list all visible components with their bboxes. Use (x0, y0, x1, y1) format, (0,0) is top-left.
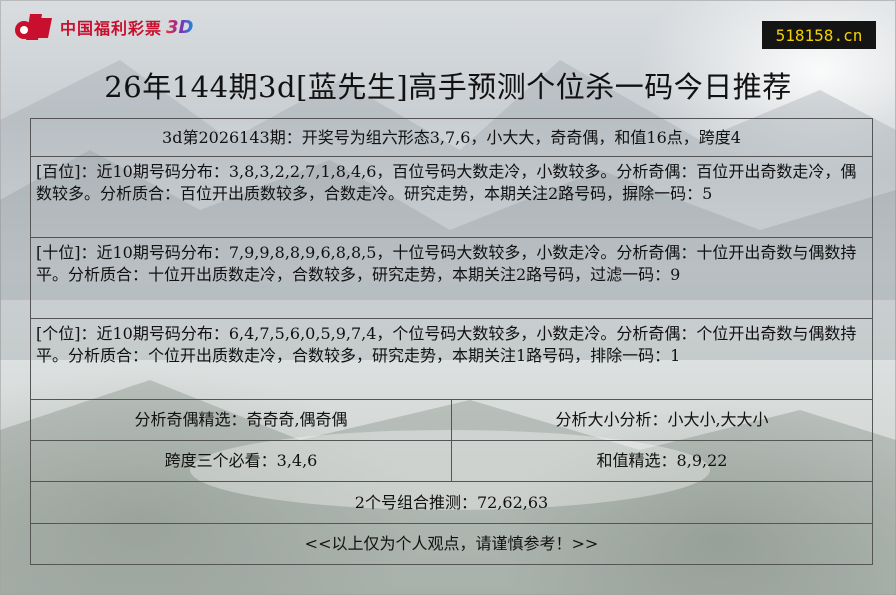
combo-prediction: 2个号组合推测：72,62,63 (31, 482, 872, 524)
logo-text: 中国福利彩票 (60, 19, 163, 38)
prediction-table: 3d第2026143期：开奖号为组六形态3,7,6，小大大，奇奇偶，和值16点，… (30, 118, 873, 565)
page-title: 26年144期3d[蓝先生]高手预测个位杀一码今日推荐 (104, 70, 792, 104)
disclaimer: <<以上仅为个人观点，请谨慎参考！>> (31, 524, 872, 565)
site-badge[interactable]: 518158.cn (762, 21, 876, 49)
sum-pick: 和值精选：8,9,22 (596, 451, 728, 470)
odd-even-big-small-row: 分析奇偶精选：奇奇奇,偶奇偶 分析大小分析：小大小,大大小 (31, 400, 872, 441)
lottery-logo-icon (15, 14, 52, 40)
draw-summary: 3d第2026143期：开奖号为组六形态3,7,6，小大大，奇奇偶，和值16点，… (31, 119, 872, 157)
hundreds-analysis: [百位]：近10期号码分布：3,8,3,2,2,7,1,8,4,6，百位号码大数… (31, 157, 872, 238)
lottery-logo: 中国福利彩票 3D (12, 10, 193, 44)
big-small-pick: 分析大小分析：小大小,大大小 (555, 410, 769, 429)
tens-analysis: [十位]：近10期号码分布：7,9,9,8,8,9,6,8,8,5，十位号码大数… (31, 238, 872, 319)
span-pick: 跨度三个必看：3,4,6 (31, 441, 452, 481)
odd-even-pick: 分析奇偶精选：奇奇奇,偶奇偶 (31, 400, 452, 440)
span-sum-row: 跨度三个必看：3,4,6 和值精选：8,9,22 (31, 441, 872, 482)
logo-3d-text: 3D (166, 16, 194, 38)
units-analysis: [个位]：近10期号码分布：6,4,7,5,6,0,5,9,7,4，个位号码大数… (31, 319, 872, 400)
